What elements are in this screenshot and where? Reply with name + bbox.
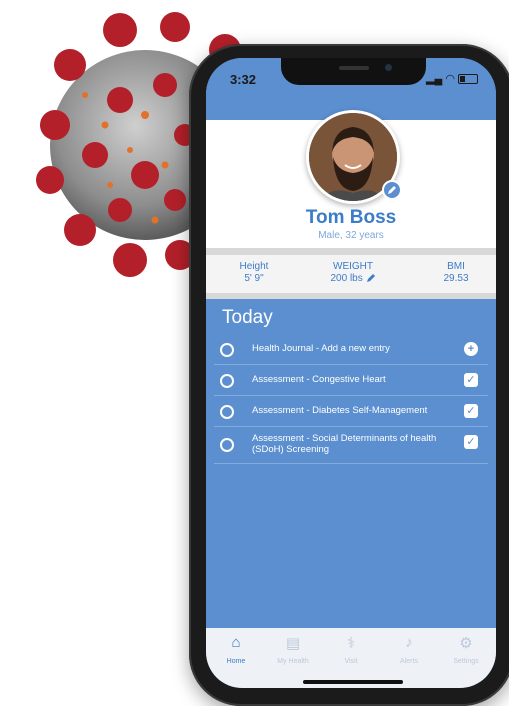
task-label: Health Journal - Add a new entry [252,343,390,354]
radio-icon[interactable] [220,374,234,388]
metric-value-row: 200 lbs [318,273,388,285]
checkbox-checked-icon[interactable]: ✓ [464,373,478,387]
profile-name: Tom Boss [305,207,397,228]
status-time: 3:32 [230,72,257,87]
checkbox-checked-icon[interactable]: ✓ [464,435,478,449]
metric-bmi: BMI 29.53 [426,261,486,285]
phone-frame: 3:32 ▂▄ ◠ Tom Boss Male, 32 years Height… [189,44,509,706]
task-label: Assessment - Congestive Heart [252,374,386,385]
task-label: Assessment - Social Determinants of heal… [252,433,437,455]
metrics-bar: Height 5' 9" WEIGHT 200 lbs BMI 29.53 [206,255,496,293]
gear-icon: ⚙ [459,635,473,652]
metric-label: BMI [447,261,465,272]
metric-value: 29.53 [443,273,469,284]
tab-label: Settings [453,658,479,665]
home-icon: ⌂ [231,634,241,651]
notch [281,58,426,85]
task-label: Assessment - Diabetes Self-Management [252,405,428,416]
pencil-icon[interactable] [366,273,376,283]
battery-icon [458,74,478,85]
metric-label: WEIGHT [333,261,373,272]
home-indicator [303,680,403,684]
tab-bar: ⌂ Home ▤ My Health ⚕ Visit ♪ Alerts ⚙ Se… [206,628,496,688]
clipboard-icon: ▤ [285,635,301,652]
section-title: Today [222,307,273,328]
tab-label: Visit [344,658,358,665]
metric-value: 200 lbs [330,273,363,284]
camera [385,64,392,71]
wifi-icon: ◠ [445,73,455,85]
checkbox-checked-icon[interactable]: ✓ [464,404,478,418]
tab-home[interactable]: ⌂ Home [208,634,264,665]
task-item[interactable]: Health Journal - Add a new entry + [214,334,488,365]
tab-my-health[interactable]: ▤ My Health [265,634,321,665]
tab-label: Home [226,658,246,665]
tab-alerts[interactable]: ♪ Alerts [381,634,437,665]
doctor-icon: ⚕ [346,635,356,652]
radio-icon[interactable] [220,438,234,452]
app-screen: 3:32 ▂▄ ◠ Tom Boss Male, 32 years Height… [206,58,496,688]
divider [206,248,496,255]
task-item[interactable]: Assessment - Social Determinants of heal… [214,427,488,464]
tab-label: My Health [277,658,309,665]
edit-photo-button[interactable] [382,180,402,200]
metric-label: Height [239,261,269,272]
metric-weight[interactable]: WEIGHT 200 lbs [318,261,388,285]
tab-label: Alerts [400,658,418,665]
profile-header: Tom Boss Male, 32 years [206,110,496,248]
status-icons: ▂▄ ◠ [426,72,478,85]
today-section: Today Health Journal - Add a new entry +… [206,299,496,628]
tab-settings[interactable]: ⚙ Settings [438,634,494,665]
signal-icon: ▂▄ [426,73,443,85]
task-item[interactable]: Assessment - Congestive Heart ✓ [214,365,488,396]
radio-icon[interactable] [220,343,234,357]
metric-value: 5' 9" [244,273,264,284]
bell-icon: ♪ [405,634,413,651]
task-item[interactable]: Assessment - Diabetes Self-Management ✓ [214,396,488,427]
speaker [339,66,369,70]
metric-height: Height 5' 9" [224,261,284,285]
plus-circle-icon[interactable]: + [464,342,478,356]
profile-subtitle: Male, 32 years [318,230,384,241]
radio-icon[interactable] [220,405,234,419]
tab-visit[interactable]: ⚕ Visit [323,634,379,665]
pencil-icon [388,186,396,194]
